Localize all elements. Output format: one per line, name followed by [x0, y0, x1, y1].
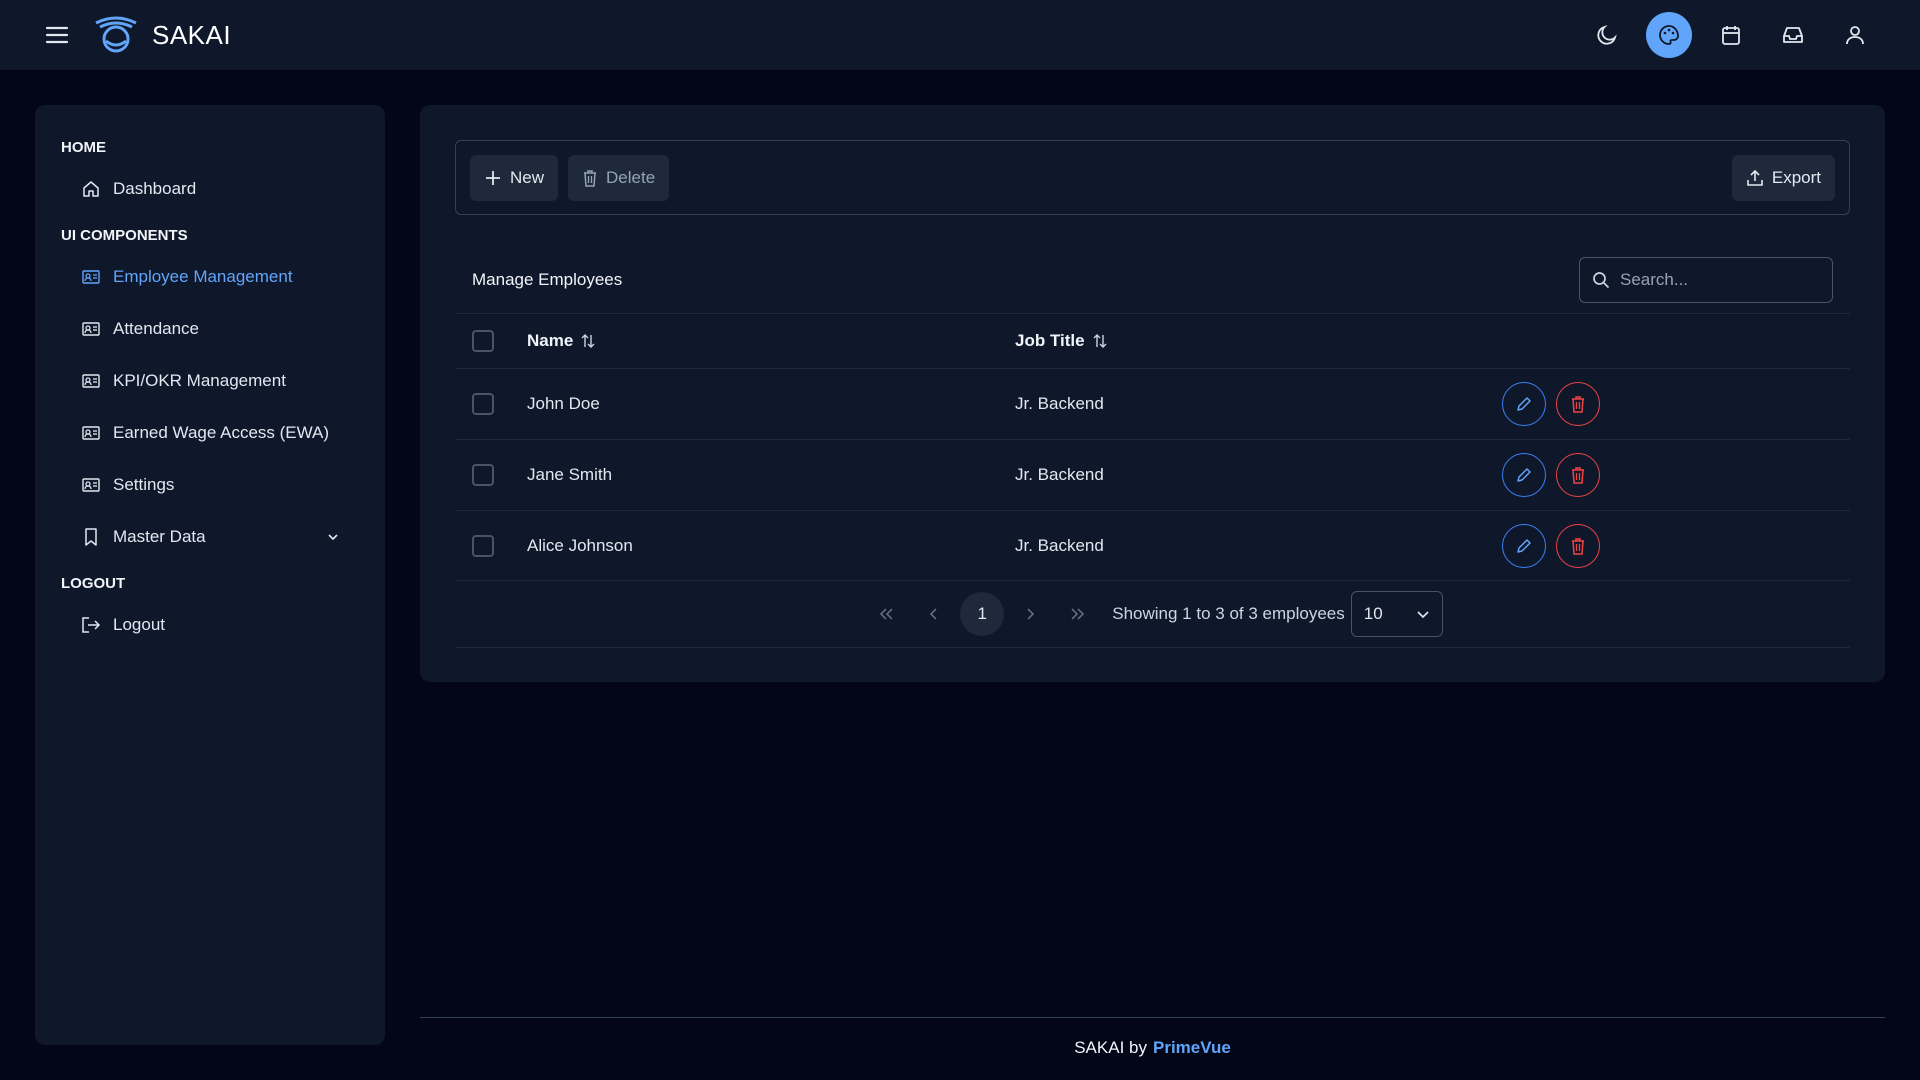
- edit-button[interactable]: [1502, 382, 1546, 426]
- new-button-label: New: [510, 167, 545, 187]
- export-button-label: Export: [1771, 167, 1821, 187]
- sort-icon[interactable]: [1093, 333, 1107, 349]
- sidebar-item-label: Attendance: [113, 319, 200, 338]
- toolbar: New Delete Export: [455, 140, 1850, 215]
- home-icon: [81, 179, 101, 199]
- id-card-icon: [81, 319, 101, 339]
- employee-table: Name Job Title John Doe Jr. Backend Jane…: [455, 313, 1850, 581]
- sidebar-item-ewa[interactable]: Earned Wage Access (EWA): [61, 407, 359, 459]
- employee-job-title: Jr. Backend: [1015, 465, 1104, 484]
- id-card-icon: [81, 423, 101, 443]
- column-header-job-title[interactable]: Job Title: [1015, 331, 1085, 351]
- edit-button[interactable]: [1502, 453, 1546, 497]
- rows-per-page-select[interactable]: 10: [1350, 591, 1443, 637]
- table-row: Alice Johnson Jr. Backend: [455, 510, 1850, 581]
- last-page-icon[interactable]: [1056, 592, 1100, 636]
- delete-row-button[interactable]: [1556, 382, 1600, 426]
- export-button[interactable]: Export: [1731, 154, 1835, 201]
- rows-per-page-value: 10: [1363, 604, 1383, 623]
- row-checkbox[interactable]: [472, 393, 494, 415]
- sidebar-item-label: Employee Management: [113, 267, 293, 286]
- employee-name: John Doe: [527, 394, 600, 413]
- trash-icon: [1572, 538, 1584, 555]
- id-card-icon: [81, 371, 101, 391]
- section-title-ui-components: UI COMPONENTS: [61, 227, 188, 244]
- trash-icon: [1572, 396, 1584, 413]
- first-page-icon[interactable]: [864, 592, 908, 636]
- id-card-icon: [81, 475, 101, 495]
- pencil-icon: [1517, 397, 1531, 411]
- employee-card: New Delete Export Manage Employees Name …: [420, 105, 1885, 682]
- sidebar-item-kpi-okr[interactable]: KPI/OKR Management: [61, 355, 359, 407]
- footer: SAKAI by PrimeVue: [420, 1038, 1885, 1058]
- sidebar-item-dashboard[interactable]: Dashboard: [61, 163, 359, 215]
- select-all-checkbox[interactable]: [472, 330, 494, 352]
- page-title: Manage Employees: [472, 270, 623, 289]
- id-card-icon: [81, 267, 101, 287]
- sidebar: HOME Dashboard UI COMPONENTS Employee Ma…: [35, 105, 385, 1045]
- paginator: 1 Showing 1 to 3 of 3 employees 10: [455, 580, 1850, 648]
- brand-name: SAKAI: [152, 19, 232, 50]
- table-header: Name Job Title: [455, 313, 1850, 368]
- moon-icon[interactable]: [1584, 12, 1630, 58]
- pagination-summary: Showing 1 to 3 of 3 employees: [1112, 604, 1345, 623]
- sidebar-item-logout[interactable]: Logout: [61, 599, 359, 651]
- sidebar-item-attendance[interactable]: Attendance: [61, 303, 359, 355]
- employee-name: Jane Smith: [527, 465, 613, 484]
- table-header-bar: Manage Employees: [455, 240, 1850, 320]
- new-button[interactable]: New: [470, 154, 559, 201]
- search-box[interactable]: [1579, 257, 1833, 303]
- upload-icon: [1746, 169, 1764, 187]
- next-page-icon[interactable]: [1008, 592, 1052, 636]
- prev-page-icon[interactable]: [912, 592, 956, 636]
- delete-row-button[interactable]: [1556, 453, 1600, 497]
- footer-divider: [420, 1017, 1885, 1018]
- section-title-logout: LOGOUT: [61, 575, 126, 592]
- search-icon: [1592, 271, 1610, 289]
- user-icon[interactable]: [1832, 12, 1878, 58]
- row-checkbox[interactable]: [472, 464, 494, 486]
- employee-job-title: Jr. Backend: [1015, 536, 1104, 555]
- sidebar-item-label: Settings: [113, 475, 175, 494]
- employee-job-title: Jr. Backend: [1015, 394, 1104, 413]
- topbar: SAKAI: [0, 0, 1920, 70]
- sidebar-item-master-data[interactable]: Master Data: [61, 511, 359, 563]
- menu-icon[interactable]: [42, 20, 72, 50]
- search-input[interactable]: [1620, 270, 1810, 290]
- chevron-down-icon: [1416, 610, 1430, 619]
- sidebar-item-label: Dashboard: [113, 179, 197, 198]
- pencil-icon: [1517, 539, 1531, 553]
- sidebar-item-employee-management[interactable]: Employee Management: [61, 251, 359, 303]
- pencil-icon: [1517, 468, 1531, 482]
- delete-button[interactable]: Delete: [568, 154, 670, 201]
- plus-icon: [484, 169, 502, 187]
- sidebar-item-label: Master Data: [113, 527, 206, 546]
- edit-button[interactable]: [1502, 524, 1546, 568]
- delete-button-label: Delete: [606, 167, 656, 187]
- bookmark-icon: [81, 527, 101, 547]
- employee-name: Alice Johnson: [527, 536, 633, 555]
- chevron-down-icon[interactable]: [327, 533, 339, 541]
- table-row: Jane Smith Jr. Backend: [455, 439, 1850, 510]
- footer-text: SAKAI by: [1074, 1038, 1147, 1057]
- sort-icon[interactable]: [581, 333, 595, 349]
- sakai-logo[interactable]: SAKAI: [92, 15, 231, 55]
- table-row: John Doe Jr. Backend: [455, 368, 1850, 439]
- calendar-icon[interactable]: [1708, 12, 1754, 58]
- footer-link-primevue[interactable]: PrimeVue: [1153, 1038, 1231, 1057]
- inbox-icon[interactable]: [1770, 12, 1816, 58]
- trash-icon: [1572, 467, 1584, 484]
- sidebar-item-label: KPI/OKR Management: [113, 371, 286, 390]
- page-button[interactable]: 1: [960, 592, 1005, 636]
- delete-row-button[interactable]: [1556, 524, 1600, 568]
- sign-out-icon: [81, 615, 101, 635]
- sidebar-item-settings[interactable]: Settings: [61, 459, 359, 511]
- section-title-home: HOME: [61, 139, 106, 156]
- sidebar-item-label: Earned Wage Access (EWA): [113, 423, 330, 442]
- trash-icon: [582, 169, 598, 187]
- sidebar-item-label: Logout: [113, 615, 165, 634]
- column-header-name[interactable]: Name: [527, 331, 573, 351]
- row-checkbox[interactable]: [472, 535, 494, 557]
- palette-icon[interactable]: [1646, 12, 1692, 58]
